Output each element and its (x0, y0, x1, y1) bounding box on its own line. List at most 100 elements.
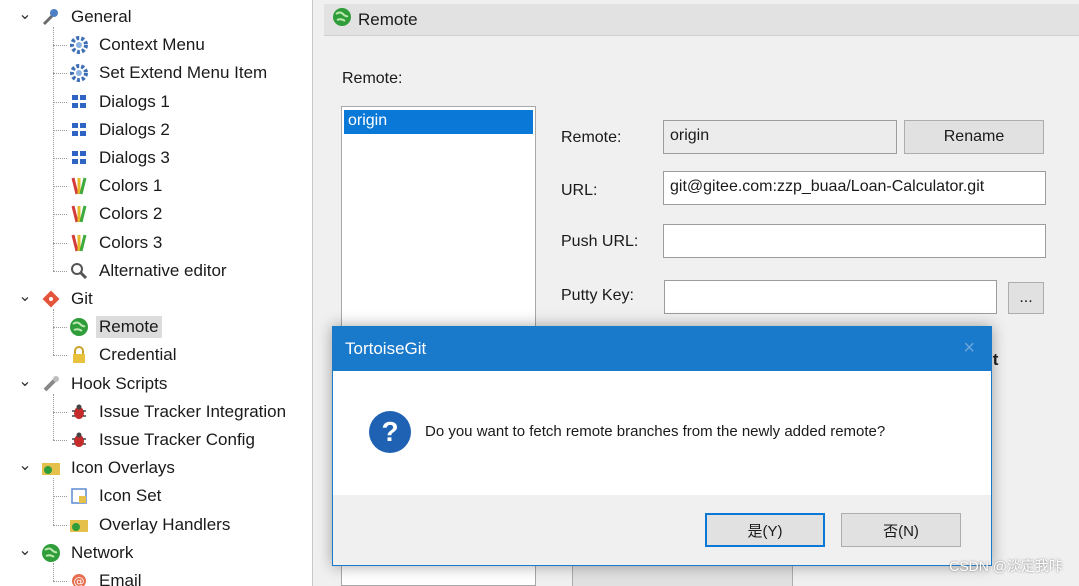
gear-icon (68, 34, 90, 56)
tree-connector (53, 214, 67, 216)
dialog-footer: 是(Y) 否(N) (333, 495, 991, 565)
tree-connector (53, 158, 67, 159)
tree-connector (53, 270, 67, 272)
tree-item-credential[interactable]: Credential (68, 341, 180, 369)
chevron-down-icon[interactable]: ⌄ (18, 7, 32, 24)
confirm-dialog: TortoiseGit × ? Do you want to fetch rem… (332, 326, 992, 566)
tree-item-label: Set Extend Menu Item (99, 63, 268, 83)
tree-item-label: Colors 2 (99, 204, 163, 224)
tree-item-label: Overlay Handlers (99, 514, 231, 534)
tree-item-dialogs-2[interactable]: Dialogs 2 (68, 116, 173, 144)
tree-item-label: Remote (96, 316, 162, 339)
tree-item-label: Dialogs 2 (99, 119, 170, 139)
tree-connector (53, 524, 67, 526)
lock-icon (68, 344, 90, 366)
email-icon: @ (68, 570, 90, 586)
tree-item-label: Git (71, 289, 93, 308)
tree-item-label: Credential (99, 345, 177, 365)
panel-header: Remote (324, 4, 1079, 36)
remote-name-label: Remote: (561, 129, 622, 146)
tree-connector (53, 186, 67, 188)
tree-item-dialogs-1[interactable]: Dialogs 1 (68, 88, 173, 116)
svg-text:@: @ (74, 575, 85, 586)
browse-button[interactable]: ... (1008, 282, 1044, 314)
globe-icon (68, 316, 90, 338)
dialog-message: Do you want to fetch remote branches fro… (425, 423, 886, 440)
tree-item-colors-2[interactable]: Colors 2 (68, 200, 165, 228)
tree-connector (53, 496, 67, 498)
remote-name-field[interactable]: origin (663, 120, 897, 154)
tree-item-colors-3[interactable]: Colors 3 (68, 229, 165, 257)
push-url-label: Push URL: (561, 233, 639, 250)
putty-key-field[interactable] (664, 280, 997, 314)
globe-icon (332, 7, 352, 32)
chevron-down-icon[interactable]: ⌄ (18, 289, 32, 306)
dialog-title: TortoiseGit (345, 339, 427, 358)
hook-icon (40, 373, 62, 395)
colors-icon (68, 175, 90, 197)
chevron-down-icon[interactable]: ⌄ (18, 542, 32, 560)
tree-item-label: Icon Set (99, 486, 162, 506)
tree-item-icon-set[interactable]: Icon Set (68, 482, 164, 510)
putty-key-label: Putty Key: (561, 287, 634, 304)
chevron-down-icon[interactable]: ⌄ (18, 458, 32, 475)
bug-icon (68, 401, 90, 423)
close-icon[interactable]: × (963, 337, 975, 360)
tree-item-set-extend-menu-item[interactable]: Set Extend Menu Item (68, 59, 270, 87)
question-icon: ? (369, 411, 411, 453)
settings-tree: ⌄ General Context Menu Set Extend Menu Item… (0, 0, 313, 586)
dialogs-icon (68, 91, 90, 113)
tree-item-label: Alternative editor (99, 260, 227, 280)
watermark: CSDN @淡定我咔 (949, 558, 1063, 574)
tree-item-label: Hook Scripts (71, 373, 168, 393)
colors-icon (68, 232, 90, 254)
tree-item-remote[interactable]: Remote (68, 313, 162, 341)
tree-item-colors-1[interactable]: Colors 1 (68, 172, 165, 200)
tree-item-git[interactable]: Git (40, 285, 96, 313)
tree-item-label: Colors 1 (99, 176, 163, 196)
tree-item-alternative-editor[interactable]: Alternative editor (68, 257, 230, 285)
tree-item-label: Icon Overlays (71, 458, 175, 478)
tree-item-overlay-handlers[interactable]: Overlay Handlers (68, 511, 233, 539)
yes-button[interactable]: 是(Y) (705, 513, 825, 547)
tree-connector (53, 478, 54, 525)
rename-button[interactable]: Rename (904, 120, 1044, 154)
tree-item-context-menu[interactable]: Context Menu (68, 31, 208, 59)
tree-item-label: Context Menu (99, 35, 205, 55)
no-button[interactable]: 否(N) (841, 513, 961, 547)
tree-item-general[interactable]: General (40, 3, 134, 31)
tree-item-network[interactable]: Network (40, 539, 136, 567)
tree-item-issue-tracker-integration[interactable]: Issue Tracker Integration (68, 398, 289, 426)
tree-connector (53, 73, 67, 75)
tree-connector (53, 101, 67, 103)
gear-icon (68, 62, 90, 84)
tree-item-hook-scripts[interactable]: Hook Scripts (40, 370, 170, 398)
tree-item-label: Colors 3 (99, 232, 163, 252)
tree-connector (53, 327, 67, 329)
tree-connector (53, 440, 67, 441)
tree-connector (53, 562, 54, 581)
url-label: URL: (561, 182, 598, 199)
remote-list-item[interactable]: origin (344, 110, 533, 134)
dialogs-icon (68, 147, 90, 169)
tree-connector (53, 355, 67, 357)
magnifier-icon (68, 260, 90, 282)
tree-connector (53, 129, 67, 131)
panel-title: Remote (358, 9, 418, 29)
dialogs-icon (68, 119, 90, 141)
tree-item-label: Email (99, 571, 142, 586)
overlay-icon (40, 457, 62, 479)
push-url-field[interactable] (663, 224, 1046, 258)
dialog-body: ? Do you want to fetch remote branches f… (333, 371, 991, 495)
tree-item-label: General (71, 7, 132, 26)
tree-item-icon-overlays[interactable]: Icon Overlays (40, 454, 178, 482)
url-field[interactable]: git@gitee.com:zzp_buaa/Loan-Calculator.g… (663, 171, 1046, 205)
tree-item-label: Dialogs 1 (99, 91, 170, 111)
remote-list-label: Remote: (342, 70, 403, 87)
wrench-icon (40, 6, 62, 28)
chevron-down-icon[interactable]: ⌄ (18, 373, 32, 391)
tree-item-email[interactable]: @ Email (68, 567, 145, 586)
tree-item-issue-tracker-config[interactable]: Issue Tracker Config (68, 426, 258, 454)
dialog-title-bar: TortoiseGit × (333, 327, 991, 371)
tree-item-dialogs-3[interactable]: Dialogs 3 (68, 144, 173, 172)
